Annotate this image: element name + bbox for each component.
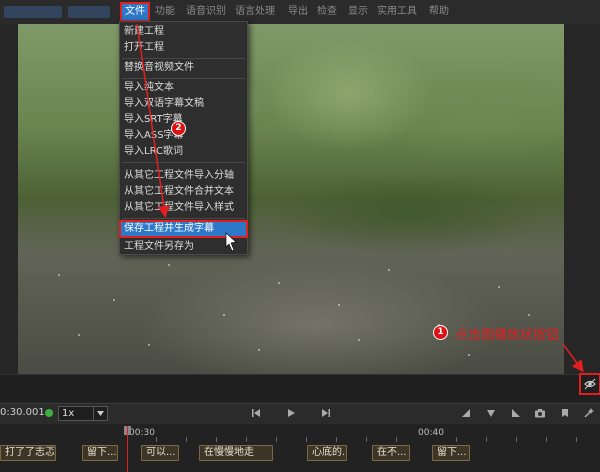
ruler-tick (366, 437, 367, 442)
current-time: 0:30.001 (0, 407, 45, 418)
marker-button[interactable] (485, 407, 497, 419)
waveform-eye-icon (584, 378, 596, 390)
wand-icon (584, 408, 594, 418)
arrow-to-save (136, 23, 170, 218)
ruler-tick (576, 437, 577, 442)
subtitle-segment[interactable]: 留下... (432, 445, 470, 461)
ruler-label: 00:40 (418, 428, 444, 438)
mark-out-button[interactable] (510, 407, 522, 419)
mark-in-icon (462, 409, 470, 417)
ruler-tick (306, 437, 307, 442)
play-icon (288, 409, 295, 417)
ruler-tick (186, 437, 187, 442)
waveform-area[interactable] (0, 374, 600, 402)
camera-icon (535, 409, 545, 418)
mark-out-icon (512, 409, 520, 417)
speed-select[interactable]: 1x (58, 406, 108, 421)
ruler-tick (516, 437, 517, 442)
marker-down-icon (487, 410, 495, 417)
step-badge-2: 2 (171, 121, 186, 136)
mark-in-button[interactable] (460, 407, 472, 419)
bookmark-icon (562, 409, 568, 417)
step-badge-1: 1 (433, 325, 448, 340)
annotation-hint: 点击图播放状按钮 (455, 328, 560, 343)
bookmark-button[interactable] (559, 407, 571, 419)
subtitle-segment[interactable]: 可以... (141, 445, 179, 461)
next-button[interactable] (320, 407, 332, 419)
subtitle-segment[interactable]: 在慢慢地走 (199, 445, 273, 461)
ruler-label: 00:30 (129, 428, 155, 438)
speed-value: 1x (62, 408, 75, 419)
ruler-tick (216, 437, 217, 442)
ruler-tick (546, 437, 547, 442)
skip-forward-icon (322, 409, 330, 417)
waveform-toggle-button[interactable] (579, 373, 600, 395)
subtitle-segment[interactable]: 留下... (82, 445, 118, 461)
prev-button[interactable] (250, 407, 262, 419)
subtitle-segment[interactable]: 在不... (372, 445, 410, 461)
subtitle-segment[interactable]: 打了了志忑 (0, 445, 56, 461)
ruler-tick (396, 437, 397, 442)
ruler-tick (456, 437, 457, 442)
ruler-tick (336, 437, 337, 442)
tools-button[interactable] (583, 407, 595, 419)
skip-back-icon (252, 409, 260, 417)
ruler-tick (276, 437, 277, 442)
play-button[interactable] (285, 407, 297, 419)
subtitle-segment[interactable]: 心底的.. (307, 445, 347, 461)
arrow-to-wave-button (562, 343, 584, 373)
playhead[interactable] (127, 426, 128, 472)
ruler-tick (156, 437, 157, 442)
ruler-tick (246, 437, 247, 442)
mouse-cursor-icon (225, 232, 237, 252)
chevron-down-icon (93, 407, 107, 420)
status-indicator (45, 409, 53, 417)
ruler-tick (486, 437, 487, 442)
snapshot-button[interactable] (534, 407, 546, 419)
